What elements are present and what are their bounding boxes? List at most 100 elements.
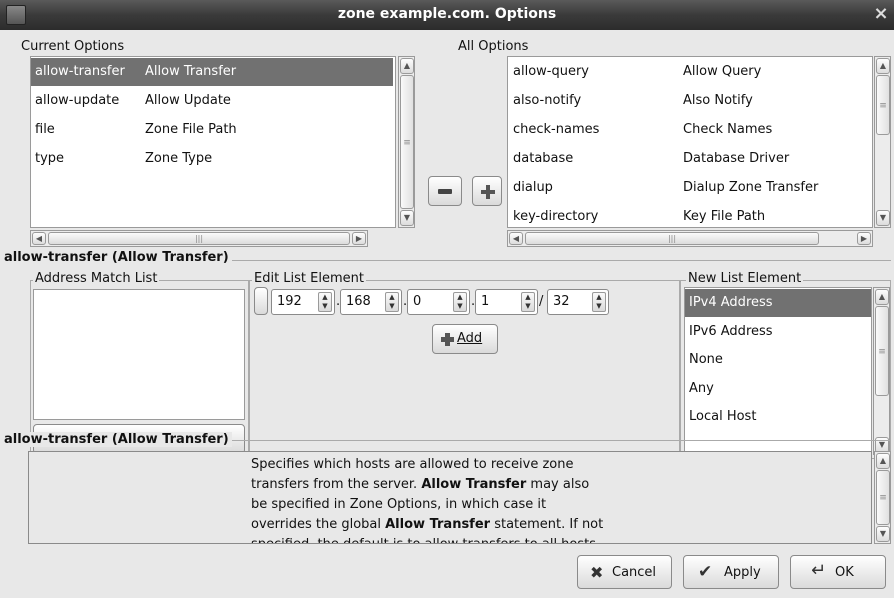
option-key: allow-transfer: [35, 64, 125, 79]
scroll-left-icon[interactable]: ◀: [32, 232, 46, 245]
option-key: None: [689, 352, 723, 367]
scroll-right-icon[interactable]: ▶: [352, 232, 366, 245]
spinner-arrows-icon[interactable]: ▲ ▼: [592, 292, 606, 312]
option-key: database: [513, 151, 574, 166]
help-text: overrides the global: [251, 517, 386, 532]
option-description: Zone Type: [145, 151, 213, 166]
spinner-arrows-icon[interactable]: ▲ ▼: [318, 292, 332, 312]
plus-icon: [481, 185, 495, 199]
new-list-vscroll[interactable]: ▲ ≡ ▼: [873, 287, 890, 455]
x-icon: ✖: [590, 563, 604, 582]
cancel-label: Cancel: [612, 565, 657, 580]
help-text: statement. If not: [490, 517, 604, 532]
ip-slash: /: [539, 294, 544, 309]
scroll-thumb[interactable]: ≡: [876, 75, 890, 135]
current-options-hscroll[interactable]: ◀ ||| ▶: [30, 230, 368, 247]
list-item[interactable]: Any: [685, 375, 871, 403]
help-line: transfers from the server. Allow Transfe…: [251, 475, 603, 495]
option-key: also-notify: [513, 93, 582, 108]
all-options-hscroll[interactable]: ◀ ||| ▶: [507, 230, 873, 247]
option-description: Allow Update: [145, 93, 231, 108]
list-item[interactable]: allow-update Allow Update: [31, 87, 393, 115]
current-options-list[interactable]: allow-transfer Allow Transfer allow-update…: [30, 56, 396, 228]
add-option-button[interactable]: [472, 176, 502, 206]
scroll-up-icon[interactable]: ▲: [875, 289, 889, 305]
new-list-element-list[interactable]: IPv4 Address IPv6 Address None Any Local Hos…: [684, 287, 872, 455]
octet3-value: 0: [413, 294, 422, 309]
spinner-arrows-icon[interactable]: ▲ ▼: [521, 292, 535, 312]
option-description: Dialup Zone Transfer: [683, 180, 819, 195]
scroll-up-icon[interactable]: ▲: [876, 453, 890, 469]
list-item[interactable]: database Database Driver: [508, 145, 872, 173]
window-title: zone example.com. Options: [337, 6, 557, 22]
scroll-up-icon[interactable]: ▲: [400, 58, 414, 74]
plus-icon: [441, 333, 454, 346]
scroll-left-icon[interactable]: ◀: [509, 232, 523, 245]
remove-option-button[interactable]: [428, 176, 462, 206]
address-match-list-label: Address Match List: [33, 271, 160, 286]
ok-label: OK: [835, 565, 854, 580]
scroll-down-icon[interactable]: ▼: [876, 526, 890, 542]
apply-label: Apply: [724, 565, 761, 580]
spinner-arrows-icon[interactable]: ▲ ▼: [453, 292, 467, 312]
list-item[interactable]: key-directory Key File Path: [508, 203, 872, 227]
prefix-value: 32: [553, 294, 570, 309]
current-options-vscroll[interactable]: ▲ ≡ ▼: [398, 56, 415, 228]
list-item[interactable]: allow-query Allow Query: [508, 58, 872, 86]
help-line: overrides the global Allow Transfer stat…: [251, 515, 603, 535]
hscroll-thumb[interactable]: |||: [525, 232, 819, 245]
edit-list-element-label: Edit List Element: [252, 271, 366, 286]
help-line: Specifies which hosts are allowed to rec…: [251, 455, 603, 475]
scroll-thumb[interactable]: ≡: [875, 306, 889, 396]
scroll-down-icon[interactable]: ▼: [876, 210, 890, 226]
octet2-spinner[interactable]: 168 ▲ ▼: [340, 289, 402, 315]
ok-button[interactable]: ↵ OK: [790, 555, 886, 589]
list-item[interactable]: dialup Dialup Zone Transfer: [508, 174, 872, 202]
help-text: transfers from the server.: [251, 477, 422, 492]
address-match-list[interactable]: [33, 289, 245, 420]
help-panel-title: allow-transfer (Allow Transfer): [4, 432, 232, 447]
prefix-spinner[interactable]: 32 ▲ ▼: [547, 289, 609, 315]
list-item[interactable]: IPv4 Address: [685, 289, 871, 317]
option-key: allow-update: [35, 93, 120, 108]
scroll-down-icon[interactable]: ▼: [400, 210, 414, 226]
close-icon[interactable]: ×: [871, 5, 891, 25]
help-bold-text: Allow Transfer: [385, 517, 491, 532]
octet1-spinner[interactable]: 192 ▲ ▼: [271, 289, 335, 315]
list-item[interactable]: also-notify Also Notify: [508, 87, 872, 115]
spinner-arrows-icon[interactable]: ▲ ▼: [385, 292, 399, 312]
option-key: dialup: [513, 180, 553, 195]
octet4-value: 1: [481, 294, 490, 309]
list-item[interactable]: IPv6 Address: [685, 318, 871, 346]
hscroll-thumb[interactable]: |||: [48, 232, 350, 245]
all-options-vscroll[interactable]: ▲ ≡ ▼: [874, 56, 891, 228]
element-toggle-button[interactable]: [254, 287, 268, 315]
list-item[interactable]: Local Host: [685, 403, 871, 431]
option-key: file: [35, 122, 55, 137]
help-vscroll[interactable]: ▲ ≡ ▼: [874, 451, 891, 544]
scroll-right-icon[interactable]: ▶: [857, 232, 871, 245]
minus-icon: [438, 189, 452, 194]
add-element-button[interactable]: Add: [432, 324, 498, 354]
option-description: Allow Transfer: [145, 64, 237, 79]
new-list-element-label: New List Element: [686, 271, 804, 286]
apply-button[interactable]: ✔ Apply: [683, 555, 779, 589]
octet4-spinner[interactable]: 1 ▲ ▼: [475, 289, 538, 315]
scroll-thumb[interactable]: ≡: [400, 75, 414, 209]
cancel-button[interactable]: ✖ Cancel: [577, 555, 672, 589]
current-options-label: Current Options: [21, 39, 125, 54]
octet3-spinner[interactable]: 0 ▲ ▼: [407, 289, 470, 315]
option-key: type: [35, 151, 65, 166]
help-line: be specified in Zone Options, in which c…: [251, 495, 603, 515]
option-key: IPv4 Address: [689, 295, 773, 310]
scroll-thumb[interactable]: ≡: [876, 470, 890, 525]
scroll-up-icon[interactable]: ▲: [876, 58, 890, 74]
help-bold-text: Allow Transfer: [421, 477, 527, 492]
option-description: Also Notify: [683, 93, 753, 108]
all-options-list[interactable]: allow-query Allow Query also-notify Also No…: [507, 56, 873, 228]
list-item[interactable]: file Zone File Path: [31, 116, 393, 144]
list-item[interactable]: check-names Check Names: [508, 116, 872, 144]
list-item[interactable]: None: [685, 346, 871, 374]
list-item[interactable]: type Zone Type: [31, 145, 393, 173]
list-item[interactable]: allow-transfer Allow Transfer: [31, 58, 393, 86]
